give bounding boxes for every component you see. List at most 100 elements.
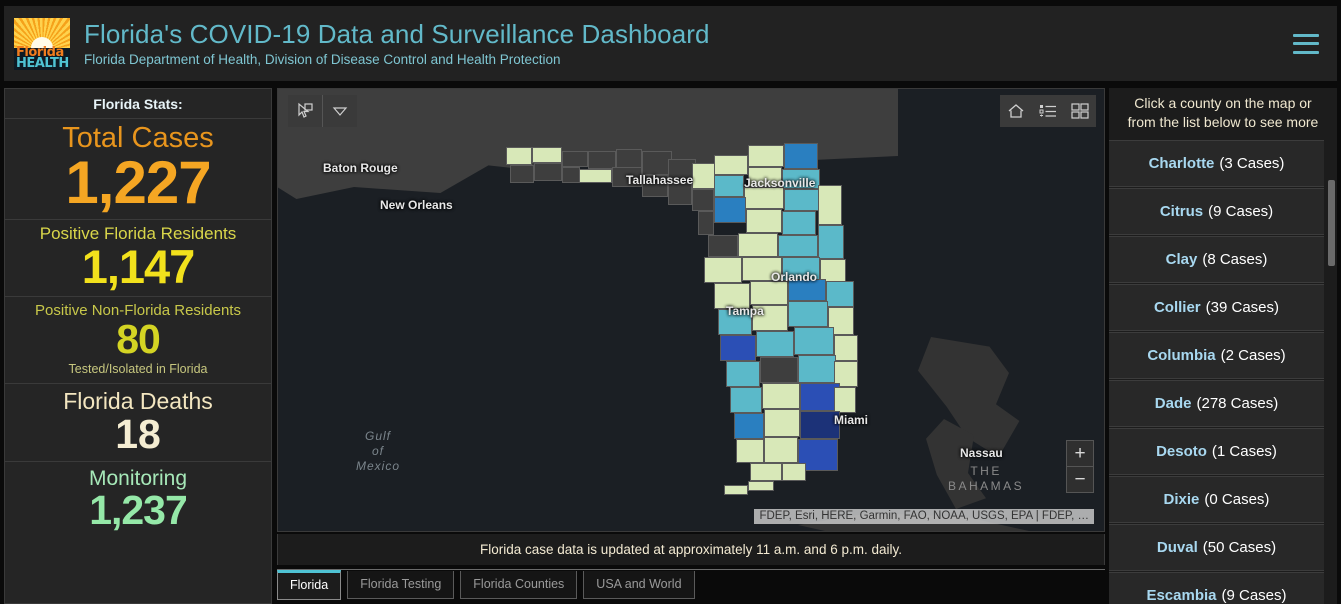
menu-bar-1: [1293, 33, 1319, 37]
stats-heading: Florida Stats:: [5, 89, 271, 119]
dashboard-root: Florida HEALTH Florida's COVID-19 Data a…: [0, 0, 1341, 604]
tab-florida-counties[interactable]: Florida Counties: [460, 571, 578, 599]
map-county-polygon[interactable]: [714, 155, 748, 175]
map-county-polygon[interactable]: [534, 163, 562, 181]
map-county-polygon[interactable]: [750, 281, 788, 305]
map-county-polygon[interactable]: [562, 151, 588, 167]
map-county-polygon[interactable]: [692, 189, 714, 211]
map-label-baton-rouge: Baton Rouge: [323, 161, 398, 175]
florida-stats-panel: Florida Stats: Total Cases 1,227 Positiv…: [4, 88, 272, 604]
map-county-polygon[interactable]: [760, 357, 798, 383]
legend-list-icon[interactable]: [1032, 95, 1064, 127]
chevron-down-icon[interactable]: [323, 95, 357, 127]
page-title: Florida's COVID-19 Data and Surveillance…: [84, 18, 710, 49]
map-county-polygon[interactable]: [510, 165, 534, 183]
map-country-label: THE BAHAMAS: [948, 464, 1025, 493]
map-county-polygon[interactable]: [778, 235, 818, 257]
stat-positive-residents: Positive Florida Residents 1,147: [5, 219, 271, 297]
map-county-polygon[interactable]: [746, 209, 782, 233]
map-county-polygon[interactable]: [788, 301, 828, 327]
county-list-item[interactable]: Duval (50 Cases): [1109, 524, 1324, 571]
county-list-item[interactable]: Charlotte (3 Cases): [1109, 140, 1324, 187]
expand-fullscreen-icon[interactable]: [1064, 95, 1096, 127]
map-county-polygon[interactable]: [698, 211, 714, 235]
county-name: Clay: [1165, 251, 1198, 268]
county-name: Collier: [1153, 299, 1201, 316]
map-county-polygon[interactable]: [708, 235, 738, 257]
county-case-count: (9 Cases): [1221, 587, 1287, 604]
map-county-polygon[interactable]: [562, 167, 580, 183]
map-column: + − FDEP, Esri, HERE, Garmin, FAO, NOAA,…: [277, 88, 1105, 604]
map-label-miami: Miami: [834, 413, 869, 427]
county-list-scrollbar[interactable]: [1328, 180, 1335, 266]
map-county-polygon[interactable]: [794, 327, 834, 355]
map-label-jacksonville: Jacksonville: [744, 176, 816, 190]
county-list-item[interactable]: Dade (278 Cases): [1109, 380, 1324, 427]
county-list-item[interactable]: Clay (8 Cases): [1109, 236, 1324, 283]
map-county-polygon[interactable]: [704, 257, 742, 283]
map-label-tallahassee: Tallahassee: [626, 173, 694, 187]
tab-usa-and-world[interactable]: USA and World: [583, 571, 695, 599]
map-label-orlando: Orlando: [771, 270, 818, 284]
map-county-polygon[interactable]: [578, 169, 612, 183]
zoom-in-button[interactable]: +: [1067, 441, 1093, 466]
map-county-polygon[interactable]: [756, 331, 794, 357]
tab-florida-testing[interactable]: Florida Testing: [347, 571, 455, 599]
stat-total-cases: Total Cases 1,227: [5, 119, 271, 220]
map-water-label: Gulf of Mexico: [356, 429, 401, 473]
map-zoom-controls: + −: [1066, 440, 1094, 493]
map-county-polygon[interactable]: [834, 387, 856, 413]
map-county-polygon[interactable]: [782, 211, 816, 235]
map-county-polygon[interactable]: [784, 189, 820, 211]
map-county-polygon[interactable]: [714, 175, 744, 197]
map-county-polygon[interactable]: [738, 233, 778, 257]
map-county-polygon[interactable]: [764, 409, 800, 437]
map-county-polygon[interactable]: [782, 463, 806, 481]
map-county-polygon[interactable]: [720, 335, 756, 361]
map-county-polygon[interactable]: [506, 147, 532, 165]
county-list-item[interactable]: Desoto (1 Cases): [1109, 428, 1324, 475]
zoom-out-button[interactable]: −: [1067, 467, 1093, 492]
stat-deaths-label: Florida Deaths: [63, 388, 213, 415]
county-case-count: (3 Cases): [1219, 155, 1285, 172]
county-list-item[interactable]: Collier (39 Cases): [1109, 284, 1324, 331]
map-county-polygon[interactable]: [784, 143, 818, 169]
map-county-polygon[interactable]: [714, 197, 746, 223]
map-label-tampa: Tampa: [726, 304, 764, 318]
home-icon[interactable]: [1000, 95, 1032, 127]
tab-florida[interactable]: Florida: [277, 570, 342, 600]
map-county-polygon[interactable]: [748, 481, 774, 491]
map-county-polygon[interactable]: [764, 437, 798, 463]
map-county-polygon[interactable]: [826, 281, 854, 307]
map-county-polygon[interactable]: [730, 387, 762, 413]
map-county-polygon[interactable]: [724, 485, 748, 495]
map-county-polygon[interactable]: [818, 225, 844, 259]
map-county-polygon[interactable]: [616, 149, 642, 169]
map-county-polygon[interactable]: [834, 335, 858, 361]
map-county-polygon[interactable]: [532, 147, 562, 163]
menu-bar-3: [1293, 50, 1319, 54]
county-list-item[interactable]: Citrus (9 Cases): [1109, 188, 1324, 235]
map-county-polygon[interactable]: [734, 413, 764, 439]
hamburger-menu-icon[interactable]: [1293, 33, 1319, 54]
map-county-polygon[interactable]: [744, 187, 784, 209]
map-county-polygon[interactable]: [750, 463, 782, 481]
county-list-heading: Click a county on the map or from the li…: [1109, 88, 1337, 140]
map-county-polygon[interactable]: [726, 361, 760, 387]
select-arrow-icon[interactable]: [288, 95, 322, 127]
map-county-polygon[interactable]: [736, 439, 764, 463]
map-county-polygon[interactable]: [818, 185, 842, 225]
menu-bar-2: [1293, 42, 1319, 45]
county-name: Dade: [1154, 395, 1192, 412]
dashboard-body: Florida Stats: Total Cases 1,227 Positiv…: [4, 88, 1337, 604]
county-name: Dixie: [1163, 491, 1200, 508]
map-county-polygon[interactable]: [748, 145, 784, 167]
county-list-item[interactable]: Dixie (0 Cases): [1109, 476, 1324, 523]
map-county-polygon[interactable]: [798, 355, 836, 383]
stat-monitoring: Monitoring 1,237: [5, 462, 271, 538]
page-subtitle: Florida Department of Health, Division o…: [84, 51, 561, 67]
county-list-item[interactable]: Escambia (9 Cases): [1109, 572, 1324, 604]
florida-case-map[interactable]: + − FDEP, Esri, HERE, Garmin, FAO, NOAA,…: [277, 88, 1105, 532]
county-list-item[interactable]: Columbia (2 Cases): [1109, 332, 1324, 379]
map-county-polygon[interactable]: [762, 383, 800, 409]
